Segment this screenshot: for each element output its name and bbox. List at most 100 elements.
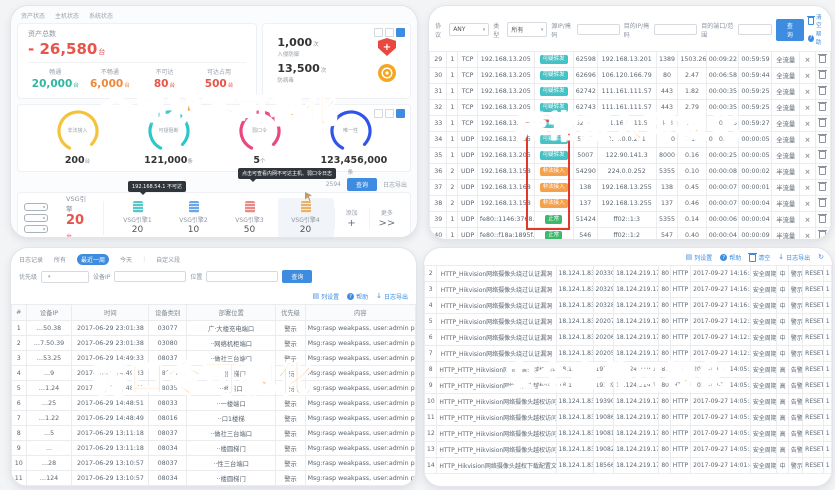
column-settings-button[interactable]: ▤列设置 bbox=[312, 292, 339, 301]
close-icon[interactable]: × bbox=[805, 104, 811, 112]
type-label: 类型 bbox=[493, 21, 503, 39]
weak-password-row: 3…53.252017-06-29 14:49:3308037··做社三台端口警… bbox=[12, 351, 416, 366]
weak-password-row: 6…252017-06-29 14:48:5108033··一楼端口警示Msg:… bbox=[12, 396, 416, 411]
weak-password-row: 12…17.53.222017-06-29 13:10:5508016··口1楼… bbox=[12, 486, 416, 488]
trash-icon[interactable] bbox=[819, 151, 826, 159]
close-icon[interactable]: × bbox=[805, 88, 811, 96]
range-tab-week[interactable]: 最近一周 bbox=[77, 254, 109, 265]
status-badge: 可疑转发 bbox=[540, 103, 568, 112]
defense-items: 1,000次入侵防御+13,500次防病毒 bbox=[269, 34, 404, 86]
download-icon: ↓ bbox=[778, 254, 784, 261]
search-button[interactable]: 查询 bbox=[776, 19, 804, 41]
trash-icon[interactable] bbox=[819, 103, 826, 111]
close-icon[interactable]: × bbox=[805, 120, 811, 128]
refresh-icon[interactable]: ↻ bbox=[818, 254, 824, 261]
range-tab-today[interactable]: 今天 bbox=[116, 254, 136, 265]
vsg-engine[interactable]: VSG引擎420 bbox=[278, 198, 334, 238]
close-icon[interactable]: × bbox=[805, 200, 811, 208]
panel-security-events: ▤列设置 ?帮助 清空 ↓日志导出 ↻ 2HTTP_Hikvision网络摄像头… bbox=[423, 247, 833, 487]
donut-row: 非法接入200台可疑阻断121,000条弱口令5个唯一性123,456,000条 bbox=[32, 108, 396, 177]
range-toggle-group[interactable] bbox=[374, 28, 405, 37]
asset-stat: 畅通20,000台 bbox=[28, 63, 83, 90]
more-button[interactable]: 更多 >> bbox=[369, 208, 404, 229]
badge-gold-icon bbox=[378, 64, 396, 82]
close-icon[interactable]: × bbox=[805, 184, 811, 192]
security-event-row: 11HTTP_HTTP_Hikvision网络摄像头越权访问漏洞118.124.… bbox=[425, 410, 832, 426]
column-header: 内容 bbox=[305, 305, 415, 321]
flow-row: 311TCP192.168.13.205可疑转发62742111.161.111… bbox=[430, 84, 831, 100]
column-header: # bbox=[12, 305, 27, 321]
close-icon[interactable]: × bbox=[805, 72, 811, 80]
weak-table-body: 1…50.382017-06-29 23:01:3803077广·大楼充电端口警… bbox=[12, 321, 416, 488]
status-badge: 可疑转发 bbox=[540, 119, 568, 128]
asset-stat: 不畅通6,000台 bbox=[83, 63, 138, 90]
plus-icon: + bbox=[335, 218, 369, 229]
server-icons bbox=[24, 203, 48, 233]
device-ip-input[interactable] bbox=[114, 271, 186, 282]
status-badge: 正常 bbox=[545, 231, 562, 240]
close-icon[interactable]: × bbox=[805, 56, 811, 64]
tooltip-hint: 点击可查看内网不可达主机、弱口令日志 bbox=[238, 168, 336, 179]
vsg-count-text: 2594 bbox=[326, 181, 341, 188]
clear-button[interactable]: 清空 bbox=[808, 13, 825, 29]
src-ip-input[interactable] bbox=[577, 24, 620, 35]
weak-password-row: 1…50.382017-06-29 23:01:3803077广·大楼充电端口警… bbox=[12, 321, 416, 336]
log-export-button[interactable]: ↓日志导出 bbox=[778, 253, 810, 262]
status-badge: 非法接入 bbox=[540, 167, 568, 176]
weak-password-row: 10…282017-06-29 13:10:5708037··性三台端口警示Ms… bbox=[12, 456, 416, 471]
weak-password-row: 5…1.242017-06-29 14:48:5108035··楼梯口警示Msg… bbox=[12, 381, 416, 396]
clear-button[interactable]: 清空 bbox=[749, 253, 770, 262]
panel-abnormal-access: 协议 ANY 类型 所有 源IP/掩码 目的IP/掩码 目的端口/范围 查询 清… bbox=[428, 5, 832, 240]
trash-icon[interactable] bbox=[819, 183, 826, 191]
vsg-query-button[interactable]: 查询 bbox=[347, 178, 377, 191]
dst-ip-input[interactable] bbox=[654, 24, 697, 35]
range-tab-all[interactable]: 所有 bbox=[50, 254, 70, 265]
location-input[interactable] bbox=[206, 271, 278, 282]
defense-item: 13,500次防病毒 bbox=[269, 60, 404, 86]
log-export-button[interactable]: ↓日志导出 bbox=[376, 292, 408, 301]
dst-port-input[interactable] bbox=[738, 24, 772, 35]
trash-icon[interactable] bbox=[819, 71, 826, 79]
tab-asset-status[interactable]: 资产状态 bbox=[21, 11, 45, 20]
vsg-engine[interactable]: VSG引擎350 bbox=[222, 198, 278, 238]
close-icon[interactable]: × bbox=[805, 216, 811, 224]
trash-icon[interactable] bbox=[819, 167, 826, 175]
log-export-link[interactable]: 日志导出 bbox=[383, 180, 407, 189]
help-button[interactable]: ?帮助 bbox=[808, 30, 825, 46]
close-icon[interactable]: × bbox=[805, 168, 811, 176]
column-settings-button[interactable]: ▤列设置 bbox=[686, 253, 713, 262]
proto-select[interactable]: ANY bbox=[449, 23, 489, 36]
trash-icon[interactable] bbox=[819, 55, 826, 63]
range-tab-custom[interactable]: 自定义段 bbox=[152, 254, 184, 265]
flow-table-body: 291TCP192.168.13.205可疑转发62598192.168.13.… bbox=[430, 52, 831, 241]
tab-system-status[interactable]: 系统状态 bbox=[89, 11, 113, 20]
asset-stat: 不可达80台 bbox=[137, 63, 192, 90]
type-select[interactable]: 所有 bbox=[507, 22, 547, 37]
flow-row: 382UDP192.168.13.158非法接入137192.168.13.25… bbox=[430, 196, 831, 212]
vsg-engine[interactable]: VSG引擎210 bbox=[166, 198, 222, 238]
status-badge: 可疑转发 bbox=[540, 151, 568, 160]
close-icon[interactable]: × bbox=[805, 152, 811, 160]
flow-row: 362UDP192.168.13.158非法接入54290224.0.0.252… bbox=[430, 164, 831, 180]
help-button[interactable]: ?帮助 bbox=[720, 253, 741, 262]
security-event-table: 2HTTP_Hikvision网络摄像头绕过认证漏洞18.124.1.83203… bbox=[424, 265, 832, 474]
search-button[interactable]: 查询 bbox=[282, 270, 312, 283]
location-label: 位置 bbox=[190, 272, 202, 281]
help-button[interactable]: ?帮助 bbox=[347, 292, 368, 301]
tab-host-status[interactable]: 主机状态 bbox=[55, 11, 79, 20]
priority-select[interactable] bbox=[41, 271, 89, 283]
close-icon[interactable]: × bbox=[805, 232, 811, 240]
trash-icon[interactable] bbox=[819, 215, 826, 223]
server-icon bbox=[24, 203, 48, 211]
trash-icon[interactable] bbox=[819, 135, 826, 143]
top-tabs: 资产状态 主机状态 系统状态 bbox=[17, 10, 411, 23]
trash-icon[interactable] bbox=[819, 231, 826, 239]
trash-icon[interactable] bbox=[819, 199, 826, 207]
trash-icon[interactable] bbox=[819, 119, 826, 127]
close-icon[interactable]: × bbox=[805, 136, 811, 144]
vsg-engine[interactable]: VSG引擎120 bbox=[110, 198, 166, 238]
add-engine-button[interactable]: 添加 + bbox=[334, 208, 369, 229]
trash-icon[interactable] bbox=[819, 87, 826, 95]
engine-row: VSG引擎120VSG引擎210VSG引擎350VSG引擎420 bbox=[110, 198, 334, 238]
column-header: 设备IP bbox=[26, 305, 72, 321]
